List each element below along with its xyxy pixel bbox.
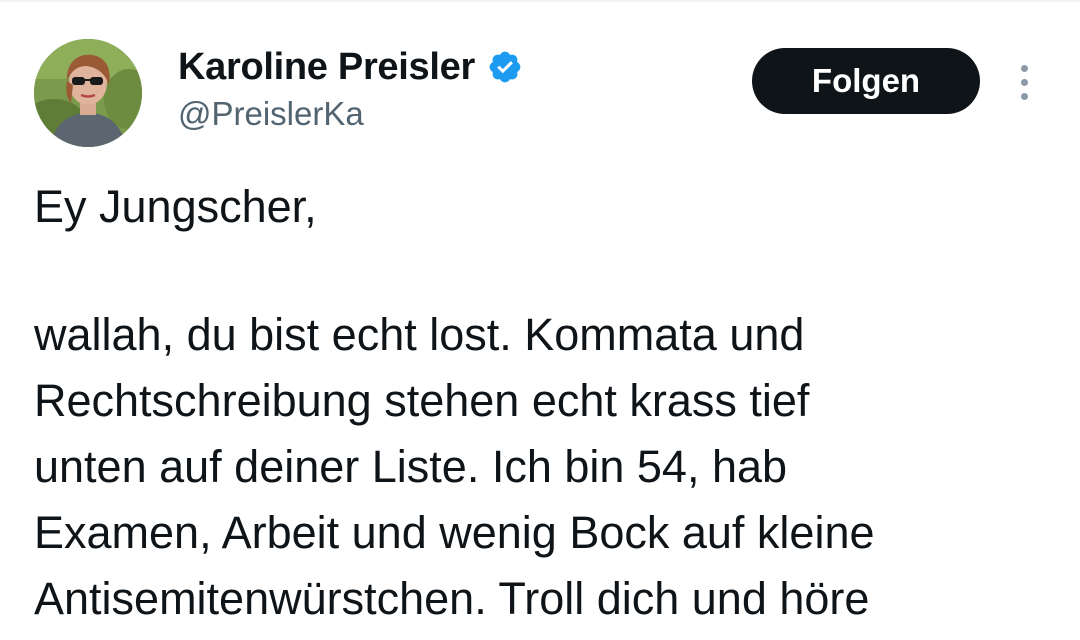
author-name-row: Karoline Preisler — [178, 44, 523, 90]
author-handle[interactable]: @PreislerKa — [178, 95, 364, 133]
more-options-dot — [1020, 78, 1028, 86]
tweet-text-line: Antisemitenwürstchen. Troll dich und hör… — [34, 573, 870, 624]
avatar[interactable] — [34, 39, 142, 147]
top-divider — [0, 0, 1080, 2]
author-display-name[interactable]: Karoline Preisler — [178, 46, 475, 89]
avatar-photo-icon — [34, 39, 142, 147]
follow-button[interactable]: Folgen — [752, 48, 980, 114]
more-options-icon[interactable] — [1006, 60, 1042, 104]
more-options-dot — [1020, 92, 1028, 100]
tweet-text-line: Examen, Arbeit und wenig Bock auf kleine — [34, 507, 875, 558]
more-options-dot — [1020, 64, 1028, 72]
tweet-text-line: Ey Jungscher, — [34, 181, 317, 232]
verified-badge-icon[interactable] — [487, 49, 523, 85]
tweet-text-line: Rechtschreibung stehen echt krass tief — [34, 375, 810, 426]
tweet-text-line: unten auf deiner Liste. Ich bin 54, hab — [34, 441, 788, 492]
tweet-text-line: wallah, du bist echt lost. Kommata und — [34, 309, 805, 360]
